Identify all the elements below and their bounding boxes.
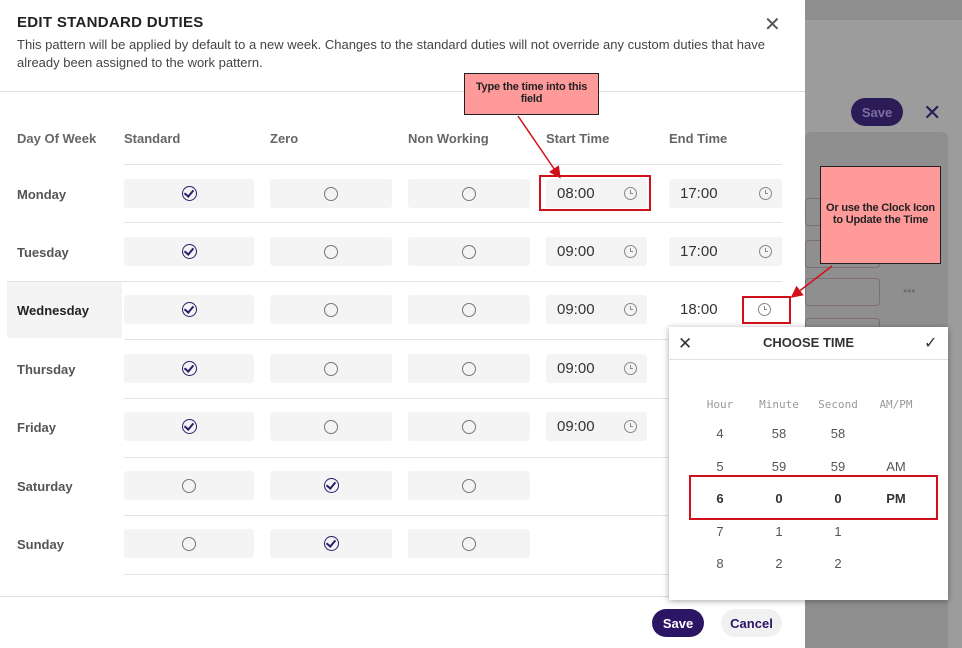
annotation-arrows	[517, 115, 833, 298]
annotation-arrow	[790, 265, 833, 298]
highlight-selected-time	[689, 475, 938, 520]
highlight-start-time-field	[539, 175, 651, 211]
annotation-arrow	[517, 115, 561, 179]
highlight-clock-icon	[742, 296, 791, 324]
